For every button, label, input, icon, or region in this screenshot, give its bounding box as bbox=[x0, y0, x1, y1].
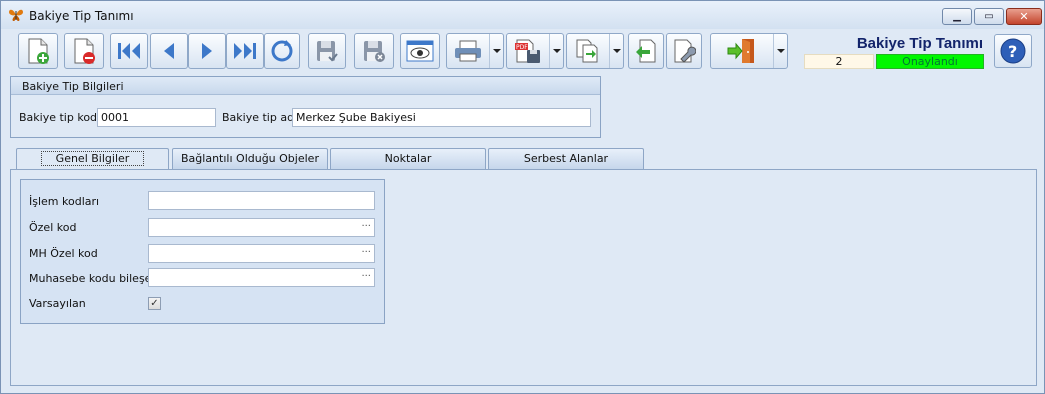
refresh-icon bbox=[271, 40, 293, 62]
floppy-cancel-icon bbox=[364, 41, 385, 62]
last-record-button[interactable] bbox=[226, 33, 264, 69]
info-group-header: Bakiye Tip Bilgileri bbox=[11, 77, 600, 95]
printer-icon bbox=[455, 40, 481, 62]
main-window: Bakiye Tip Tanımı ▁ ▭ ✕ PDF ? Bakiye Tip… bbox=[0, 0, 1045, 394]
floppy-save-icon bbox=[317, 41, 338, 62]
restore-icon: ▭ bbox=[984, 11, 994, 22]
tab-general-label: Genel Bilgiler bbox=[40, 151, 145, 166]
print-button[interactable] bbox=[446, 33, 504, 69]
info-group: Bakiye Tip Bilgileri Bakiye tip kodu 000… bbox=[10, 76, 601, 138]
close-icon: ✕ bbox=[1019, 10, 1029, 23]
help-button[interactable]: ? bbox=[994, 34, 1032, 68]
first-record-button[interactable] bbox=[110, 33, 148, 69]
name-input[interactable]: Merkez Şube Bakiyesi bbox=[292, 108, 591, 127]
exit-button[interactable] bbox=[710, 33, 788, 69]
code-input[interactable]: 0001 bbox=[97, 108, 216, 127]
export-pdf-button[interactable]: PDF bbox=[506, 33, 564, 69]
name-label: Bakiye tip adı bbox=[222, 111, 298, 124]
title-bar: Bakiye Tip Tanımı ▁ ▭ ✕ bbox=[1, 1, 1044, 29]
default-label: Varsayılan bbox=[29, 297, 86, 310]
copy-dropdown[interactable] bbox=[609, 34, 623, 68]
exit-dropdown[interactable] bbox=[773, 34, 787, 68]
butterfly-icon bbox=[9, 9, 23, 21]
tab-linked-objects-label: Bağlantılı Olduğu Objeler bbox=[181, 152, 319, 165]
accounting-code-component-input[interactable]: ··· bbox=[148, 268, 375, 287]
delete-record-button[interactable] bbox=[64, 33, 104, 69]
tab-free-fields-label: Serbest Alanlar bbox=[523, 152, 609, 165]
eye-preview-icon bbox=[406, 40, 434, 62]
next-icon bbox=[202, 43, 212, 59]
new-document-icon bbox=[28, 38, 49, 64]
exit-door-icon bbox=[727, 39, 754, 63]
minimize-icon: ▁ bbox=[953, 11, 961, 22]
last-icon bbox=[234, 43, 256, 59]
save-button[interactable] bbox=[308, 33, 346, 69]
copy-button[interactable] bbox=[566, 33, 624, 69]
print-dropdown[interactable] bbox=[489, 34, 503, 68]
tab-points-label: Noktalar bbox=[384, 152, 432, 165]
info-group-title: Bakiye Tip Bilgileri bbox=[22, 80, 124, 93]
wrench-document-icon bbox=[674, 39, 696, 63]
new-record-button[interactable] bbox=[18, 33, 58, 69]
status-badge: Onaylandı bbox=[876, 54, 984, 69]
close-button[interactable]: ✕ bbox=[1006, 8, 1042, 25]
tools-button[interactable] bbox=[666, 33, 702, 69]
tab-points[interactable]: Noktalar bbox=[330, 148, 486, 170]
previous-record-button[interactable] bbox=[150, 33, 188, 69]
tab-free-fields[interactable]: Serbest Alanlar bbox=[488, 148, 644, 170]
delete-document-icon bbox=[74, 38, 95, 64]
refresh-button[interactable] bbox=[264, 33, 300, 69]
mh-special-code-ellipsis-icon[interactable]: ··· bbox=[361, 245, 371, 261]
cancel-save-button[interactable] bbox=[354, 33, 394, 69]
code-label: Bakiye tip kodu bbox=[19, 111, 104, 124]
tab-linked-objects[interactable]: Bağlantılı Olduğu Objeler bbox=[172, 148, 328, 170]
accounting-code-component-label: Muhasebe kodu bileşeni bbox=[29, 272, 162, 285]
svg-text:PDF: PDF bbox=[516, 44, 528, 51]
previous-icon bbox=[164, 43, 174, 59]
special-code-ellipsis-icon[interactable]: ··· bbox=[361, 219, 371, 235]
accounting-code-ellipsis-icon[interactable]: ··· bbox=[361, 269, 371, 285]
transaction-codes-label: İşlem kodları bbox=[29, 195, 100, 208]
pdf-save-icon: PDF bbox=[515, 39, 540, 63]
minimize-button[interactable]: ▁ bbox=[942, 8, 972, 25]
pdf-dropdown[interactable] bbox=[549, 34, 563, 68]
header-title: Bakiye Tip Tanımı bbox=[856, 35, 983, 52]
record-number: 2 bbox=[804, 54, 874, 69]
help-icon: ? bbox=[1000, 38, 1026, 64]
preview-button[interactable] bbox=[400, 33, 440, 69]
default-checkbox[interactable]: ✓ bbox=[148, 297, 161, 310]
special-code-label: Özel kod bbox=[29, 221, 77, 234]
maximize-button[interactable]: ▭ bbox=[974, 8, 1004, 25]
import-document-icon bbox=[636, 39, 656, 63]
svg-text:?: ? bbox=[1008, 42, 1017, 61]
import-button[interactable] bbox=[628, 33, 664, 69]
window-title: Bakiye Tip Tanımı bbox=[29, 9, 134, 23]
first-icon bbox=[118, 43, 140, 59]
copy-documents-icon bbox=[576, 39, 598, 63]
next-record-button[interactable] bbox=[188, 33, 226, 69]
special-code-input[interactable]: ··· bbox=[148, 218, 375, 237]
mh-special-code-input[interactable]: ··· bbox=[148, 244, 375, 263]
mh-special-code-label: MH Özel kod bbox=[29, 247, 98, 260]
transaction-codes-input[interactable] bbox=[148, 191, 375, 210]
